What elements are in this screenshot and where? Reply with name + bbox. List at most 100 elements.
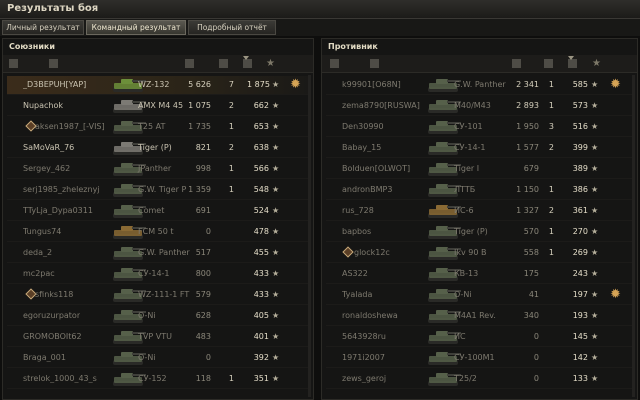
damage-value: 628: [195, 311, 211, 320]
tab-personal-result[interactable]: Личный результат: [2, 20, 84, 35]
xp-value: 401: [253, 332, 269, 341]
xp-value: 653: [253, 122, 269, 131]
table-row[interactable]: ronaldoshewa M4A1 Rev. 340 193 ★: [326, 307, 632, 326]
table-row[interactable]: 1971i2007 СУ-100М1 0 142 ★: [326, 349, 632, 368]
table-row[interactable]: Braga_001 O-Ni 0 392 ★: [7, 349, 309, 368]
table-row[interactable]: Den30990 СУ-101 1 950 3 516 ★: [326, 118, 632, 137]
damage-icon[interactable]: [219, 59, 228, 68]
star-icon: ★: [272, 143, 280, 152]
vehicle-name: ИС: [454, 332, 466, 341]
medal-icon[interactable]: ✹: [610, 78, 621, 91]
player-icon[interactable]: [370, 59, 379, 68]
table-row[interactable]: mc2pac СУ-14-1 800 433 ★: [7, 265, 309, 284]
xp-value: 142: [572, 353, 588, 362]
sort-arrow-icon[interactable]: [243, 56, 250, 61]
star-icon: ★: [272, 227, 280, 236]
table-row[interactable]: glock12c Ikv 90 B 558 1 269 ★: [326, 244, 632, 263]
damage-value: 1 327: [516, 206, 539, 215]
table-row[interactable]: serj1985_zheleznyj G.W. Tiger P1 359 1 548 ★: [7, 181, 309, 200]
tank-icon[interactable]: [185, 59, 194, 68]
player-name: mc2pac: [23, 269, 55, 278]
vehicle-class-icon[interactable]: [330, 59, 339, 68]
damage-value: 1 359: [188, 185, 211, 194]
xp-value: 548: [253, 185, 269, 194]
xp-star-icon[interactable]: ★: [266, 58, 275, 69]
table-row[interactable]: k99901[O68N] G.W. Panther 2 341 1 585 ★ ✹: [326, 76, 632, 95]
player-name: 5643928ru: [342, 332, 386, 341]
xp-star-icon[interactable]: ★: [592, 58, 601, 69]
table-row[interactable]: Bolduen[OLWOT] Tiger I 679 389 ★: [326, 160, 632, 179]
table-row[interactable]: SaMoVaR_76 Tiger (P) 821 2 638 ★: [7, 139, 309, 158]
star-icon: ★: [591, 374, 599, 383]
allies-scrollbar[interactable]: [308, 75, 311, 397]
table-row[interactable]: AS322 КВ-13 175 243 ★: [326, 265, 632, 284]
vehicle-name: M40/M43: [454, 101, 491, 110]
table-row[interactable]: Sergey_462 JPanther 998 1 566 ★: [7, 160, 309, 179]
vehicle-name: G.W. Panther: [138, 248, 190, 257]
enemies-panel: Противник ★ k99901[O68N] G.W. Panther 2 34…: [321, 38, 638, 400]
star-icon: ★: [272, 185, 280, 194]
table-row[interactable]: bapbos Tiger (P) 570 1 270 ★: [326, 223, 632, 242]
table-row[interactable]: andronBMP3 ЛТТБ 1 150 1 386 ★: [326, 181, 632, 200]
table-row[interactable]: zews_geroj T25/2 0 133 ★: [326, 370, 632, 389]
player-name: Tungus74: [23, 227, 62, 236]
xp-value: 1 875: [247, 80, 270, 89]
xp-value: 145: [572, 332, 588, 341]
xp-value: 270: [572, 227, 588, 236]
enemies-scrollbar[interactable]: [632, 75, 635, 397]
table-row[interactable]: egoruzurpator O-Ni 628 405 ★: [7, 307, 309, 326]
damage-value: 41: [528, 290, 539, 299]
damage-value: 1 735: [188, 122, 211, 131]
player-name: Den30990: [342, 122, 384, 131]
table-row[interactable]: _D3BEPUH[YAP] WZ-132 5 626 7 1 875 ★ ✹: [7, 76, 309, 95]
enemies-column-header: ★: [322, 55, 637, 73]
star-icon: ★: [272, 290, 280, 299]
kills-value: 1: [548, 185, 554, 194]
xp-value: 478: [253, 227, 269, 236]
vehicle-name: WZ-111-1 FT: [138, 290, 190, 299]
enemies-title: Противник: [328, 42, 378, 51]
sort-arrow-icon[interactable]: [568, 56, 575, 61]
table-row[interactable]: 5643928ru ИС 0 145 ★: [326, 328, 632, 347]
vehicle-name: G.W. Panther: [454, 80, 506, 89]
player-name: Tyalada: [342, 290, 373, 299]
tab-detailed-report[interactable]: Подробный отчёт: [188, 20, 276, 35]
xp-value: 566: [253, 164, 269, 173]
table-row[interactable]: strelok_1000_43_s СУ-152 118 1 351 ★: [7, 370, 309, 389]
table-row[interactable]: Tungus74 FCM 50 t 0 478 ★: [7, 223, 309, 242]
vehicle-name: Comet: [138, 206, 165, 215]
damage-value: 1 950: [516, 122, 539, 131]
player-name: 1971i2007: [342, 353, 385, 362]
vehicle-class-icon[interactable]: [9, 59, 18, 68]
kills-value: 1: [228, 164, 234, 173]
player-name: serj1985_zheleznyj: [23, 185, 100, 194]
player-icon[interactable]: [49, 59, 58, 68]
xp-value: 433: [253, 290, 269, 299]
table-row[interactable]: Nupachok AMX M4 45 1 075 2 662 ★: [7, 97, 309, 116]
star-icon: ★: [272, 101, 280, 110]
vehicle-name: TVP VTU: [138, 332, 172, 341]
table-row[interactable]: Babay_15 СУ-14-1 1 577 2 399 ★: [326, 139, 632, 158]
xp-value: 516: [572, 122, 588, 131]
vehicle-name: O-Ni: [138, 353, 156, 362]
table-row[interactable]: sfinks118 WZ-111-1 FT 579 433 ★: [7, 286, 309, 305]
table-row[interactable]: TTyLja_Dypa0311 Comet 691 524 ★: [7, 202, 309, 221]
table-row[interactable]: zema8790[RUSWA] M40/M43 2 893 1 573 ★: [326, 97, 632, 116]
vehicle-name: Ikv 90 B: [454, 248, 487, 257]
tab-team-result[interactable]: Командный результат: [86, 20, 186, 35]
damage-icon[interactable]: [544, 59, 553, 68]
vehicle-name: WZ-132: [138, 80, 170, 89]
table-row[interactable]: aksen1987_[-VIS] T25 AT 1 735 1 653 ★: [7, 118, 309, 137]
table-row[interactable]: Tyalada O-Ni 41 197 ★ ✹: [326, 286, 632, 305]
damage-value: 5 626: [188, 80, 211, 89]
vehicle-name: КВ-13: [454, 269, 479, 278]
tank-icon[interactable]: [512, 59, 521, 68]
medal-icon[interactable]: ✹: [610, 288, 621, 301]
player-name: Babay_15: [342, 143, 382, 152]
player-name: deda_2: [23, 248, 53, 257]
medal-icon[interactable]: ✹: [290, 78, 301, 91]
table-row[interactable]: GROMOBOIt62 TVP VTU 483 401 ★: [7, 328, 309, 347]
xp-value: 269: [572, 248, 588, 257]
table-row[interactable]: rus_728 ИС-6 1 327 2 361 ★: [326, 202, 632, 221]
table-row[interactable]: deda_2 G.W. Panther 517 455 ★: [7, 244, 309, 263]
